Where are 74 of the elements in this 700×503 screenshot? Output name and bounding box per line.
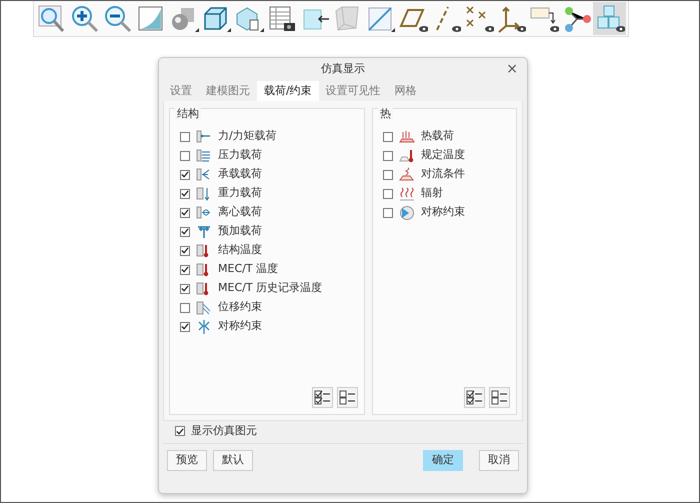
checkbox[interactable] xyxy=(180,150,190,160)
tab[interactable]: 设置 xyxy=(163,81,199,101)
checkbox-label: 承载载荷 xyxy=(218,166,262,182)
checkbox[interactable] xyxy=(180,170,190,180)
checkbox[interactable] xyxy=(180,226,190,236)
dialog-button[interactable]: 确定 xyxy=(423,450,463,471)
toolbar-button[interactable] xyxy=(593,2,626,35)
checkbox[interactable] xyxy=(382,150,393,160)
checkbox[interactable] xyxy=(180,188,190,198)
dialog-title: 仿真显示 xyxy=(321,61,365,78)
crosses-icon xyxy=(464,4,494,34)
checkbox[interactable] xyxy=(382,170,393,180)
heat-icon xyxy=(398,128,415,144)
checkbox-label: 结构温度 xyxy=(218,242,262,258)
checkbox-label: 对称约束 xyxy=(420,204,465,220)
checkbox-label: MEC/T 温度 xyxy=(218,261,278,278)
checkbox[interactable] xyxy=(382,208,393,218)
tab[interactable]: 设置可见性 xyxy=(318,81,388,101)
group-title: 热 xyxy=(378,108,393,120)
checkbox-label: MEC/T 历史记录温度 xyxy=(218,280,322,296)
checkbox[interactable] xyxy=(382,188,393,198)
zoom-out-icon xyxy=(102,4,133,34)
pressure-icon xyxy=(196,148,212,164)
force-icon xyxy=(196,128,212,144)
centrifugal-icon xyxy=(196,204,212,220)
cubes-icon xyxy=(594,4,625,34)
symmetry-icon xyxy=(196,318,212,334)
select-all-button[interactable] xyxy=(312,387,333,408)
convection-icon xyxy=(398,166,415,182)
dialog-button[interactable]: 取消 xyxy=(479,450,519,471)
bearing-icon xyxy=(196,166,212,182)
select-all-button[interactable] xyxy=(464,387,485,408)
displacement-icon xyxy=(196,300,212,316)
clear-all-icon xyxy=(338,390,356,405)
tab[interactable]: 载荷/约束 xyxy=(257,81,319,101)
checkbox-label: 重力载荷 xyxy=(218,185,262,202)
thermometer-icon xyxy=(398,148,415,164)
checkbox-label: 预加载荷 xyxy=(218,223,262,240)
checkbox-label: 热载荷 xyxy=(420,128,454,144)
tab[interactable]: 网格 xyxy=(388,81,424,101)
checkbox[interactable] xyxy=(180,302,190,312)
checkbox[interactable] xyxy=(180,264,190,274)
checkbox[interactable] xyxy=(180,208,190,218)
checkbox-label: 压力载荷 xyxy=(218,147,262,164)
checkbox-label: 对称约束 xyxy=(218,318,262,334)
checkbox[interactable] xyxy=(180,284,190,294)
checkbox[interactable] xyxy=(180,132,190,142)
group-title: 结构 xyxy=(175,108,201,120)
checkbox-label: 离心载荷 xyxy=(218,204,262,220)
tab[interactable]: 建模图元 xyxy=(199,81,257,101)
preload-icon xyxy=(196,224,212,240)
checkbox[interactable] xyxy=(180,246,190,256)
checkbox-label: 对流条件 xyxy=(420,166,465,182)
close-button[interactable]: × xyxy=(503,60,521,78)
dialog-button[interactable]: 预览 xyxy=(167,450,207,471)
clear-all-button[interactable] xyxy=(489,387,510,408)
checkbox-label: 位移约束 xyxy=(218,299,262,316)
clear-all-button[interactable] xyxy=(336,387,358,408)
gravity-icon xyxy=(196,186,212,202)
zoom-in-icon xyxy=(70,4,100,34)
checkbox[interactable] xyxy=(175,426,185,436)
clear-all-icon xyxy=(491,390,508,405)
checkbox[interactable] xyxy=(382,132,393,142)
checkbox-label: 显示仿真图元 xyxy=(191,422,257,439)
select-all-icon xyxy=(466,390,483,405)
cyclic-symmetry-icon xyxy=(398,204,415,220)
radiation-icon xyxy=(398,186,415,202)
checkbox-label: 规定温度 xyxy=(420,147,465,164)
select-all-icon xyxy=(314,390,331,405)
checkbox-label: 力/力矩载荷 xyxy=(218,128,277,144)
checkbox-label: 辐射 xyxy=(420,185,443,202)
checkbox[interactable] xyxy=(180,322,190,332)
dialog-button[interactable]: 默认 xyxy=(213,450,253,471)
table-camera-icon xyxy=(266,4,297,34)
